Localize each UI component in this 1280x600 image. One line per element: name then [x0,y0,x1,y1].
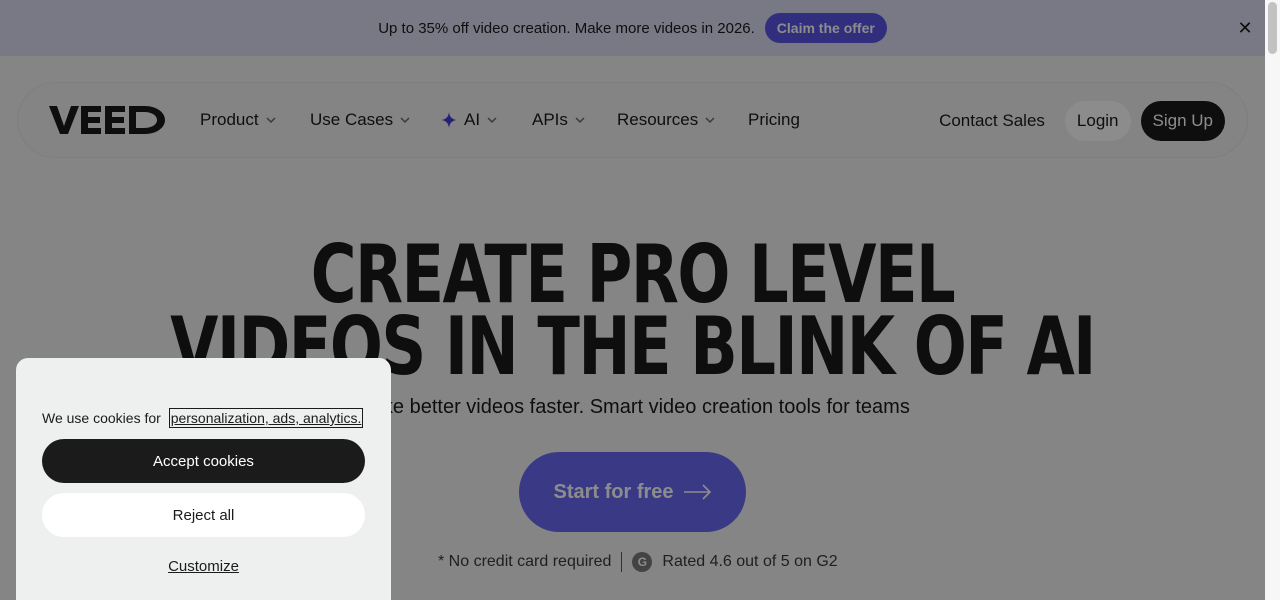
reject-all-button[interactable]: Reject all [42,493,365,537]
customize-link[interactable]: Customize [16,558,391,575]
cookie-consent-dialog: We use cookies for personalization, ads,… [16,358,391,600]
cookie-policy-link[interactable]: personalization, ads, analytics. [168,408,364,428]
scrollbar[interactable] [1265,0,1280,600]
accept-cookies-button[interactable]: Accept cookies [42,439,365,483]
cookie-text: We use cookies for personalization, ads,… [42,408,365,428]
cookie-message: We use cookies for [42,410,161,426]
scrollbar-thumb[interactable] [1268,2,1277,54]
